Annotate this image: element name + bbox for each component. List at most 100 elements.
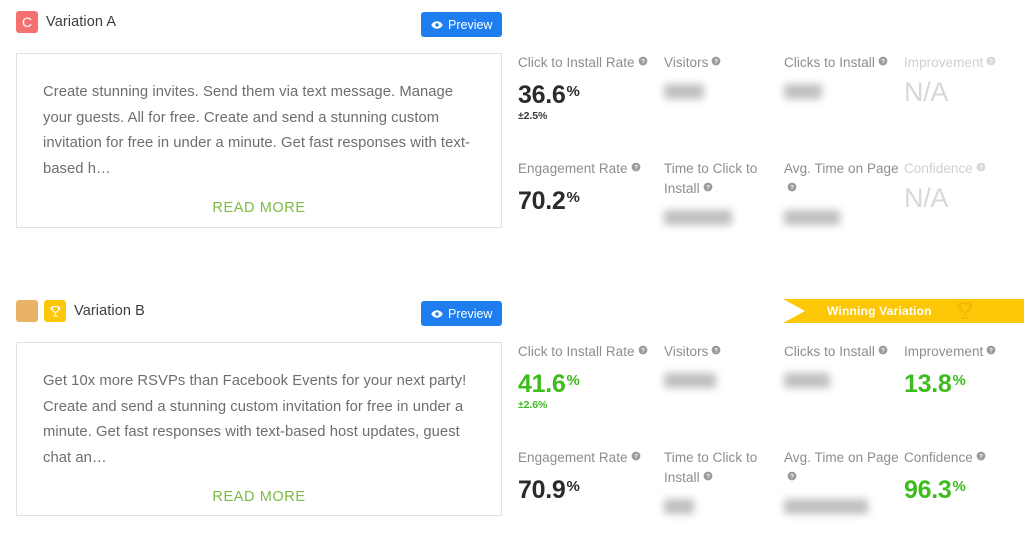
metric-value-unit: % [566,189,580,206]
eye-icon [431,309,443,318]
metric-label: Engagement Rate? [518,159,664,179]
winning-variation-label: Winning Variation [827,304,932,318]
svg-text:?: ? [706,473,710,480]
help-icon[interactable]: ? [711,56,721,66]
svg-text:?: ? [881,347,885,354]
metric-value-number: 36.6 [518,81,566,109]
help-icon[interactable]: ? [703,182,713,192]
read-more-link-a[interactable]: READ MORE [43,200,475,216]
metric-value: 96.3% [904,473,1024,504]
metric-clicks-to-install-a: Clicks to Install? [784,53,904,159]
metric-value-number: 13.8 [904,370,952,398]
metric-time-to-click-to-install-b: Time to Click to Install? [664,448,784,554]
metric-label-text: Confidence [904,161,973,176]
help-icon[interactable]: ? [878,345,888,355]
metric-label-text: Click to Install Rate [518,55,635,70]
metric-label: Confidence? [904,159,1024,179]
metric-click-to-install-rate-a: Click to Install Rate? 36.6% ±2.5% [518,53,664,159]
help-icon[interactable]: ? [703,471,713,481]
metric-label: Improvement? [904,342,1024,362]
metric-avg-time-on-page-b: Avg. Time on Page? [784,448,904,554]
metric-value-unit: % [566,83,580,100]
metric-label-text: Clicks to Install [784,344,875,359]
svg-text:?: ? [790,473,794,480]
help-icon[interactable]: ? [787,471,797,481]
variation-content-card-a: Create stunning invites. Send them via t… [16,53,502,228]
metric-label-text: Clicks to Install [784,55,875,70]
redacted-value [784,84,822,99]
metric-label-text: Improvement [904,55,984,70]
metric-delta: ±2.6% [518,399,548,411]
metric-improvement-a: Improvement? N/A [904,53,1024,159]
svg-text:?: ? [979,164,983,171]
metric-avg-time-on-page-a: Avg. Time on Page? [784,159,904,265]
svg-text:?: ? [641,58,645,65]
variation-body-text-b: Get 10x more RSVPs than Facebook Events … [43,373,467,466]
help-icon[interactable]: ? [638,345,648,355]
help-icon[interactable]: ? [638,56,648,66]
metric-label: Time to Click to Install? [664,448,784,488]
svg-text:?: ? [790,184,794,191]
svg-text:?: ? [714,58,718,65]
letter-badge-a: C [16,11,38,33]
metric-value-number: 70.9 [518,476,566,504]
redacted-value [664,373,716,388]
help-icon[interactable]: ? [976,162,986,172]
metric-engagement-rate-b: Engagement Rate? 70.9% [518,448,664,554]
metric-label: Avg. Time on Page? [784,448,904,488]
metric-value: 36.6% [518,78,664,109]
metric-value-number: 70.2 [518,187,566,215]
metrics-grid-a: Click to Install Rate? 36.6% ±2.5% Visit… [518,53,1024,265]
help-icon[interactable]: ? [878,56,888,66]
variation-header-a: C Variation A [0,2,1024,42]
metric-engagement-rate-a: Engagement Rate? 70.2% [518,159,664,265]
help-icon[interactable]: ? [711,345,721,355]
help-icon[interactable]: ? [986,56,996,66]
metric-label: Avg. Time on Page? [784,159,904,199]
redacted-value [664,499,694,514]
metric-time-to-click-to-install-a: Time to Click to Install? [664,159,784,265]
metric-value-number: 41.6 [518,370,566,398]
preview-button-a[interactable]: Preview [421,12,503,37]
help-icon[interactable]: ? [631,162,641,172]
metric-confidence-a: Confidence? N/A [904,159,1024,265]
help-icon[interactable]: ? [976,451,986,461]
metric-value-unit: % [952,478,966,495]
trophy-icon [50,305,60,317]
metric-visitors-b: Visitors? [664,342,784,448]
help-icon[interactable]: ? [787,182,797,192]
variation-badges-b [16,300,66,322]
metric-value-unit: % [952,372,966,389]
metric-label: Click to Install Rate? [518,342,664,362]
help-icon[interactable]: ? [631,451,641,461]
metric-row: Engagement Rate? 70.2% Time to Click to … [518,159,1024,265]
color-badge-b [16,300,38,322]
redacted-value [784,373,830,388]
redacted-value [664,84,704,99]
svg-text:?: ? [634,164,638,171]
metric-value-unit: % [566,372,580,389]
metric-value: N/A [904,77,949,107]
metric-label-text: Click to Install Rate [518,344,635,359]
metric-label: Visitors? [664,342,784,362]
metric-value-number: 96.3 [904,476,952,504]
metric-label: Engagement Rate? [518,448,664,468]
preview-button-b[interactable]: Preview [421,301,503,326]
metric-row: Click to Install Rate? 41.6% ±2.6% Visit… [518,342,1024,448]
eye-icon [431,20,443,29]
metric-label-text: Avg. Time on Page [784,161,899,176]
help-icon[interactable]: ? [986,345,996,355]
metric-visitors-a: Visitors? [664,53,784,159]
read-more-link-b[interactable]: READ MORE [43,489,475,505]
preview-button-label-a: Preview [448,17,493,32]
svg-text:?: ? [634,453,638,460]
trophy-badge-b [44,300,66,322]
metric-value: 41.6% [518,367,664,398]
redacted-value [664,210,732,225]
metric-label-text: Improvement [904,344,984,359]
metric-value: 70.9% [518,473,664,504]
redacted-value [784,499,868,514]
metric-value: 70.2% [518,184,664,215]
metric-label-text: Engagement Rate [518,161,628,176]
metric-label-text: Visitors [664,344,709,359]
